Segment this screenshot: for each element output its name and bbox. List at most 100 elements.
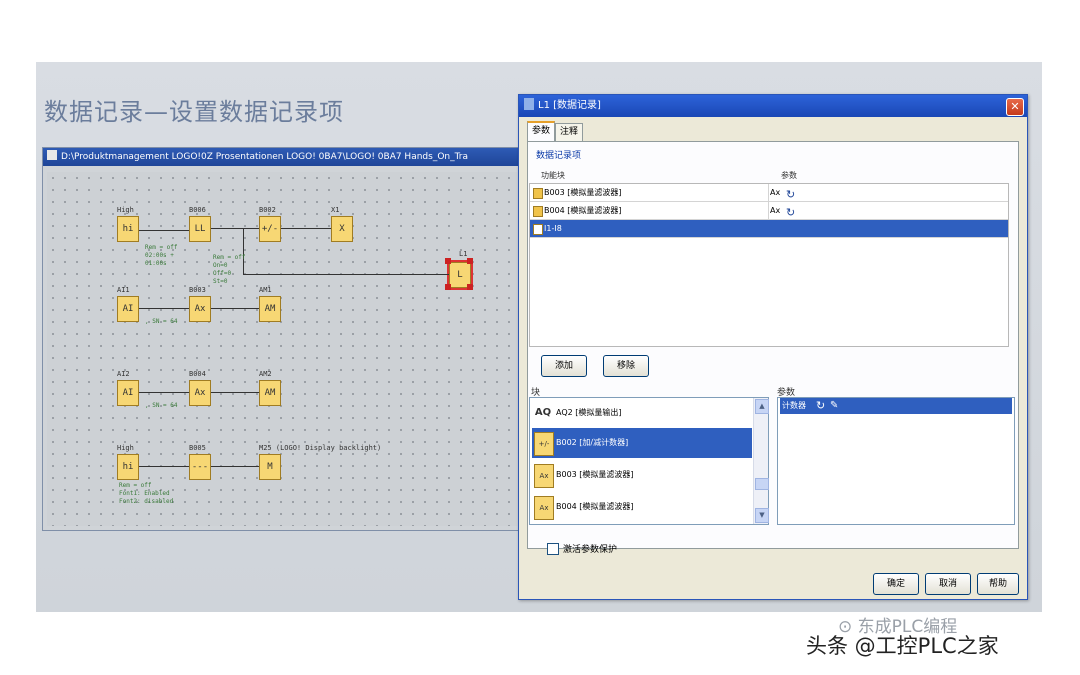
table-row[interactable]: B004 [模拟量滤波器] Ax ↻ bbox=[530, 202, 1008, 220]
selection-handle[interactable] bbox=[445, 258, 451, 264]
block-label: AI2 bbox=[117, 370, 130, 378]
wire bbox=[281, 228, 331, 229]
parameter-protection-checkbox[interactable] bbox=[547, 543, 559, 555]
list-item[interactable]: Ax B004 [模拟量滤波器] bbox=[532, 492, 752, 522]
dialog-titlebar[interactable]: L1 [数据记录] ✕ bbox=[519, 95, 1027, 117]
row-function-block: I1-I8 bbox=[544, 224, 562, 233]
cancel-button[interactable]: 取消 bbox=[925, 573, 971, 595]
list-item-label: B002 [加/减计数器] bbox=[556, 438, 629, 447]
block-am1[interactable]: AM bbox=[259, 296, 281, 322]
ok-button[interactable]: 确定 bbox=[873, 573, 919, 595]
scroll-thumb[interactable] bbox=[755, 478, 769, 490]
wire bbox=[243, 274, 449, 275]
block-params: Rem = off Font1: Enabled Font2: disabled bbox=[119, 482, 174, 505]
block-label: AI1 bbox=[117, 286, 130, 294]
block-b004[interactable]: Ax bbox=[189, 380, 211, 406]
block-ai2[interactable]: AI bbox=[117, 380, 139, 406]
column-header-function-block[interactable]: 功能块 bbox=[541, 169, 565, 183]
block-b003[interactable]: Ax bbox=[189, 296, 211, 322]
remove-button[interactable]: 移除 bbox=[603, 355, 649, 377]
datalog-group-label: 数据记录项 bbox=[536, 151, 582, 161]
selection-handle[interactable] bbox=[467, 284, 473, 290]
list-item-selected[interactable]: 计数器 ↻ ✎ bbox=[780, 398, 1012, 414]
wire bbox=[211, 392, 259, 393]
block-b006[interactable]: LL bbox=[189, 216, 211, 242]
table-row-selected[interactable]: I1-I8 bbox=[530, 220, 1008, 238]
block-high-1[interactable]: hi bbox=[117, 216, 139, 242]
window-icon bbox=[47, 150, 57, 160]
datalog-dialog: L1 [数据记录] ✕ 参数 注释 数据记录项 功能块 参数 B003 [模拟量… bbox=[518, 94, 1028, 600]
block-label: L1 bbox=[459, 250, 468, 258]
list-item[interactable]: AQ AQ2 [模拟量输出] bbox=[532, 398, 752, 428]
block-label: AM1 bbox=[259, 286, 272, 294]
circuit-canvas[interactable]: High hi B006 LL B002 +/- X1 X L1 L Rem =… bbox=[47, 172, 557, 526]
tab-comment[interactable]: 注释 bbox=[555, 123, 584, 141]
input-icon bbox=[533, 224, 543, 235]
block-x1[interactable]: X bbox=[331, 216, 353, 242]
block-label: B003 bbox=[189, 286, 206, 294]
block-label: B002 bbox=[259, 206, 276, 214]
tab-parameters[interactable]: 参数 bbox=[527, 121, 556, 143]
logo-program-window: D:\Produktmanagement LOGO!0Z Prosentatio… bbox=[42, 147, 564, 531]
block-label: High bbox=[117, 444, 134, 452]
list-item-label: AQ2 [模拟量输出] bbox=[556, 408, 622, 417]
refresh-icon: ↻ bbox=[816, 399, 826, 412]
row-function-block: B003 [模拟量滤波器] bbox=[544, 188, 622, 197]
selection-handle[interactable] bbox=[467, 258, 473, 264]
list-item-selected[interactable]: +/- B002 [加/减计数器] bbox=[532, 428, 752, 458]
counter-icon: +/- bbox=[534, 432, 554, 456]
block-high-2[interactable]: hi bbox=[117, 454, 139, 480]
scroll-down-icon[interactable]: ▼ bbox=[755, 508, 769, 523]
help-button[interactable]: 帮助 bbox=[977, 573, 1019, 595]
edit-icon: ✎ bbox=[830, 400, 839, 411]
block-params: , SN = 64 bbox=[145, 318, 178, 325]
block-label: M25 (LOGO! Display backlight) bbox=[259, 444, 382, 452]
analog-filter-icon: Ax bbox=[534, 464, 554, 488]
block-label: B006 bbox=[189, 206, 206, 214]
column-header-parameter[interactable]: 参数 bbox=[781, 169, 797, 183]
block-b002[interactable]: +/- bbox=[259, 216, 281, 242]
function-block-icon bbox=[533, 188, 543, 199]
list-item[interactable]: Ax B003 [模拟量滤波器] bbox=[532, 460, 752, 490]
block-label: B004 bbox=[189, 370, 206, 378]
block-label: X1 bbox=[331, 206, 340, 214]
dialog-title: L1 [数据记录] bbox=[538, 100, 601, 111]
analog-output-icon: AQ bbox=[534, 402, 552, 424]
wire bbox=[139, 308, 189, 309]
scroll-up-icon[interactable]: ▲ bbox=[755, 399, 769, 414]
dialog-icon bbox=[524, 98, 534, 110]
block-m25[interactable]: M bbox=[259, 454, 281, 480]
list-item-label: B003 [模拟量滤波器] bbox=[556, 470, 634, 479]
row-parameter: Ax bbox=[770, 206, 781, 215]
logo-window-title: D:\Produktmanagement LOGO!0Z Prosentatio… bbox=[61, 152, 469, 162]
wire bbox=[139, 230, 189, 231]
block-label: High bbox=[117, 206, 134, 214]
block-label: B005 bbox=[189, 444, 206, 452]
block-list[interactable]: AQ AQ2 [模拟量输出] +/- B002 [加/减计数器] Ax B003… bbox=[529, 397, 769, 525]
parameter-protection-label: 激活参数保护 bbox=[563, 545, 618, 555]
parameter-list[interactable]: 计数器 ↻ ✎ bbox=[777, 397, 1015, 525]
slide-title: 数据记录—设置数据记录项 bbox=[44, 98, 344, 126]
block-params: , SN = 64 bbox=[145, 402, 178, 409]
row-function-block: B004 [模拟量滤波器] bbox=[544, 206, 622, 215]
logo-window-titlebar[interactable]: D:\Produktmanagement LOGO!0Z Prosentatio… bbox=[43, 148, 563, 166]
watermark-main: 头条 @工控PLC之家 bbox=[806, 634, 999, 658]
list-item-label: 计数器 bbox=[782, 401, 806, 410]
selection-handle[interactable] bbox=[445, 284, 451, 290]
datalog-items-table: B003 [模拟量滤波器] Ax ↻ B004 [模拟量滤波器] Ax ↻ I1… bbox=[529, 183, 1009, 347]
wire bbox=[139, 392, 189, 393]
block-params: Rem = off On=0 Off=0 St=0 bbox=[213, 254, 246, 285]
refresh-icon: ↻ bbox=[786, 206, 796, 219]
add-button[interactable]: 添加 bbox=[541, 355, 587, 377]
close-button[interactable]: ✕ bbox=[1006, 98, 1024, 116]
block-ai1[interactable]: AI bbox=[117, 296, 139, 322]
function-block-icon bbox=[533, 206, 543, 217]
analog-filter-icon: Ax bbox=[534, 496, 554, 520]
block-params: Rem = off 02:00s + 01:00s bbox=[145, 244, 178, 267]
block-list-scrollbar[interactable]: ▲ ▼ bbox=[753, 398, 769, 524]
wire bbox=[139, 466, 189, 467]
table-row[interactable]: B003 [模拟量滤波器] Ax ↻ bbox=[530, 184, 1008, 202]
block-b005[interactable]: --- bbox=[189, 454, 211, 480]
row-parameter: Ax bbox=[770, 188, 781, 197]
block-am2[interactable]: AM bbox=[259, 380, 281, 406]
